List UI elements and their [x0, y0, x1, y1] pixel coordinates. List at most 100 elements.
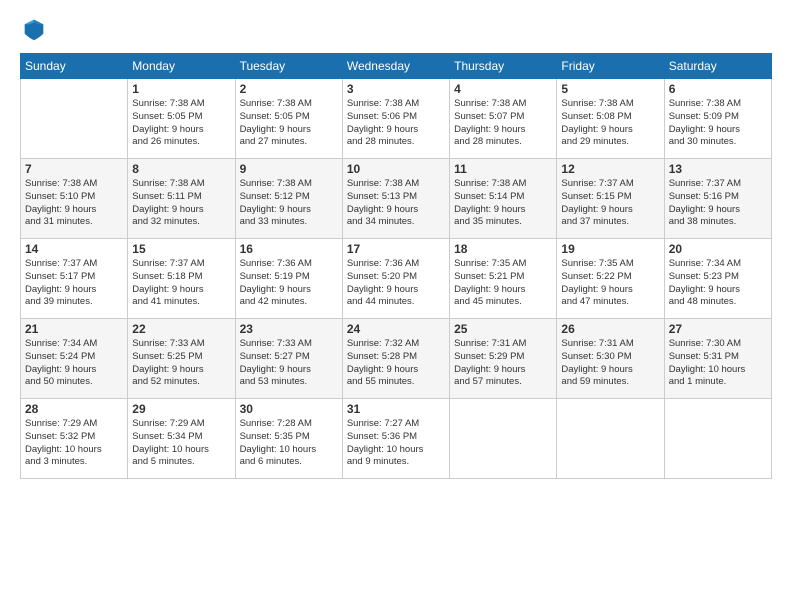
day-number: 6	[669, 82, 767, 96]
day-number: 22	[132, 322, 230, 336]
calendar-cell: 15Sunrise: 7:37 AM Sunset: 5:18 PM Dayli…	[128, 239, 235, 319]
day-info: Sunrise: 7:29 AM Sunset: 5:32 PM Dayligh…	[25, 418, 123, 469]
day-number: 14	[25, 242, 123, 256]
day-info: Sunrise: 7:29 AM Sunset: 5:34 PM Dayligh…	[132, 418, 230, 469]
calendar-cell	[21, 79, 128, 159]
day-info: Sunrise: 7:38 AM Sunset: 5:13 PM Dayligh…	[347, 178, 445, 229]
day-number: 16	[240, 242, 338, 256]
day-info: Sunrise: 7:38 AM Sunset: 5:14 PM Dayligh…	[454, 178, 552, 229]
calendar-cell: 16Sunrise: 7:36 AM Sunset: 5:19 PM Dayli…	[235, 239, 342, 319]
calendar-week-2: 7 Sunrise: 7:38 AM Sunset: 5:10 PM Daylig…	[21, 159, 772, 239]
day-info: Sunrise: 7:28 AM Sunset: 5:35 PM Dayligh…	[240, 418, 338, 469]
day-info: Sunrise: 7:37 AM Sunset: 5:17 PM Dayligh…	[25, 258, 123, 309]
weekday-header-sunday: Sunday	[21, 54, 128, 79]
calendar-cell: 21 Sunrise: 7:34 AM Sunset: 5:24 PM Dayli…	[21, 319, 128, 399]
weekday-header-wednesday: Wednesday	[342, 54, 449, 79]
calendar-cell: 30Sunrise: 7:28 AM Sunset: 5:35 PM Dayli…	[235, 399, 342, 479]
logo-icon	[20, 15, 48, 43]
day-info: Sunrise: 7:38 AM Sunset: 5:07 PM Dayligh…	[454, 98, 552, 149]
weekday-header-saturday: Saturday	[664, 54, 771, 79]
calendar-cell: 25 Sunrise: 7:31 AM Sunset: 5:29 PM Dayli…	[450, 319, 557, 399]
day-info: Sunrise: 7:36 AM Sunset: 5:20 PM Dayligh…	[347, 258, 445, 309]
calendar-cell: 11 Sunrise: 7:38 AM Sunset: 5:14 PM Dayli…	[450, 159, 557, 239]
day-number: 2	[240, 82, 338, 96]
calendar-cell: 27Sunrise: 7:30 AM Sunset: 5:31 PM Dayli…	[664, 319, 771, 399]
day-info: Sunrise: 7:35 AM Sunset: 5:22 PM Dayligh…	[561, 258, 659, 309]
weekday-header-row: SundayMondayTuesdayWednesdayThursdayFrid…	[21, 54, 772, 79]
day-info: Sunrise: 7:31 AM Sunset: 5:29 PM Dayligh…	[454, 338, 552, 389]
day-number: 20	[669, 242, 767, 256]
calendar-cell: 14 Sunrise: 7:37 AM Sunset: 5:17 PM Dayli…	[21, 239, 128, 319]
day-info: Sunrise: 7:33 AM Sunset: 5:25 PM Dayligh…	[132, 338, 230, 389]
day-info: Sunrise: 7:38 AM Sunset: 5:05 PM Dayligh…	[240, 98, 338, 149]
day-number: 11	[454, 162, 552, 176]
day-number: 24	[347, 322, 445, 336]
day-info: Sunrise: 7:38 AM Sunset: 5:08 PM Dayligh…	[561, 98, 659, 149]
calendar-cell: 29 Sunrise: 7:29 AM Sunset: 5:34 PM Dayli…	[128, 399, 235, 479]
calendar-cell	[557, 399, 664, 479]
calendar-cell: 5Sunrise: 7:38 AM Sunset: 5:08 PM Daylig…	[557, 79, 664, 159]
calendar-cell: 17 Sunrise: 7:36 AM Sunset: 5:20 PM Dayli…	[342, 239, 449, 319]
day-info: Sunrise: 7:38 AM Sunset: 5:05 PM Dayligh…	[132, 98, 230, 149]
day-number: 10	[347, 162, 445, 176]
day-number: 18	[454, 242, 552, 256]
day-info: Sunrise: 7:38 AM Sunset: 5:06 PM Dayligh…	[347, 98, 445, 149]
day-info: Sunrise: 7:34 AM Sunset: 5:24 PM Dayligh…	[25, 338, 123, 389]
day-number: 19	[561, 242, 659, 256]
calendar-cell: 2 Sunrise: 7:38 AM Sunset: 5:05 PM Daylig…	[235, 79, 342, 159]
calendar-table: SundayMondayTuesdayWednesdayThursdayFrid…	[20, 53, 772, 479]
day-info: Sunrise: 7:37 AM Sunset: 5:15 PM Dayligh…	[561, 178, 659, 229]
day-number: 12	[561, 162, 659, 176]
day-info: Sunrise: 7:32 AM Sunset: 5:28 PM Dayligh…	[347, 338, 445, 389]
day-number: 26	[561, 322, 659, 336]
day-info: Sunrise: 7:31 AM Sunset: 5:30 PM Dayligh…	[561, 338, 659, 389]
day-info: Sunrise: 7:37 AM Sunset: 5:18 PM Dayligh…	[132, 258, 230, 309]
day-number: 29	[132, 402, 230, 416]
day-number: 1	[132, 82, 230, 96]
calendar-cell: 19 Sunrise: 7:35 AM Sunset: 5:22 PM Dayli…	[557, 239, 664, 319]
header	[20, 15, 772, 43]
weekday-header-monday: Monday	[128, 54, 235, 79]
day-info: Sunrise: 7:30 AM Sunset: 5:31 PM Dayligh…	[669, 338, 767, 389]
day-number: 25	[454, 322, 552, 336]
calendar-cell: 31Sunrise: 7:27 AM Sunset: 5:36 PM Dayli…	[342, 399, 449, 479]
day-number: 7	[25, 162, 123, 176]
calendar-week-4: 21 Sunrise: 7:34 AM Sunset: 5:24 PM Dayli…	[21, 319, 772, 399]
day-number: 4	[454, 82, 552, 96]
logo	[20, 15, 52, 43]
calendar-cell: 7 Sunrise: 7:38 AM Sunset: 5:10 PM Daylig…	[21, 159, 128, 239]
calendar-cell: 8Sunrise: 7:38 AM Sunset: 5:11 PM Daylig…	[128, 159, 235, 239]
calendar-cell: 6Sunrise: 7:38 AM Sunset: 5:09 PM Daylig…	[664, 79, 771, 159]
day-info: Sunrise: 7:38 AM Sunset: 5:12 PM Dayligh…	[240, 178, 338, 229]
weekday-header-friday: Friday	[557, 54, 664, 79]
day-number: 8	[132, 162, 230, 176]
day-number: 23	[240, 322, 338, 336]
calendar-cell	[450, 399, 557, 479]
day-number: 28	[25, 402, 123, 416]
calendar-cell: 3 Sunrise: 7:38 AM Sunset: 5:06 PM Daylig…	[342, 79, 449, 159]
day-number: 3	[347, 82, 445, 96]
day-info: Sunrise: 7:37 AM Sunset: 5:16 PM Dayligh…	[669, 178, 767, 229]
day-number: 13	[669, 162, 767, 176]
calendar-cell: 28 Sunrise: 7:29 AM Sunset: 5:32 PM Dayli…	[21, 399, 128, 479]
calendar-cell	[664, 399, 771, 479]
calendar-cell: 12 Sunrise: 7:37 AM Sunset: 5:15 PM Dayli…	[557, 159, 664, 239]
day-number: 17	[347, 242, 445, 256]
calendar-week-5: 28 Sunrise: 7:29 AM Sunset: 5:32 PM Dayli…	[21, 399, 772, 479]
calendar-cell: 1 Sunrise: 7:38 AM Sunset: 5:05 PM Daylig…	[128, 79, 235, 159]
day-info: Sunrise: 7:27 AM Sunset: 5:36 PM Dayligh…	[347, 418, 445, 469]
calendar-cell: 20Sunrise: 7:34 AM Sunset: 5:23 PM Dayli…	[664, 239, 771, 319]
calendar-cell: 18 Sunrise: 7:35 AM Sunset: 5:21 PM Dayli…	[450, 239, 557, 319]
calendar-cell: 10 Sunrise: 7:38 AM Sunset: 5:13 PM Dayli…	[342, 159, 449, 239]
calendar-week-3: 14 Sunrise: 7:37 AM Sunset: 5:17 PM Dayli…	[21, 239, 772, 319]
calendar-cell: 4 Sunrise: 7:38 AM Sunset: 5:07 PM Daylig…	[450, 79, 557, 159]
calendar-cell: 13 Sunrise: 7:37 AM Sunset: 5:16 PM Dayli…	[664, 159, 771, 239]
day-info: Sunrise: 7:35 AM Sunset: 5:21 PM Dayligh…	[454, 258, 552, 309]
day-info: Sunrise: 7:38 AM Sunset: 5:10 PM Dayligh…	[25, 178, 123, 229]
calendar-cell: 22 Sunrise: 7:33 AM Sunset: 5:25 PM Dayli…	[128, 319, 235, 399]
day-info: Sunrise: 7:33 AM Sunset: 5:27 PM Dayligh…	[240, 338, 338, 389]
calendar-cell: 23 Sunrise: 7:33 AM Sunset: 5:27 PM Dayli…	[235, 319, 342, 399]
weekday-header-thursday: Thursday	[450, 54, 557, 79]
weekday-header-tuesday: Tuesday	[235, 54, 342, 79]
day-number: 21	[25, 322, 123, 336]
